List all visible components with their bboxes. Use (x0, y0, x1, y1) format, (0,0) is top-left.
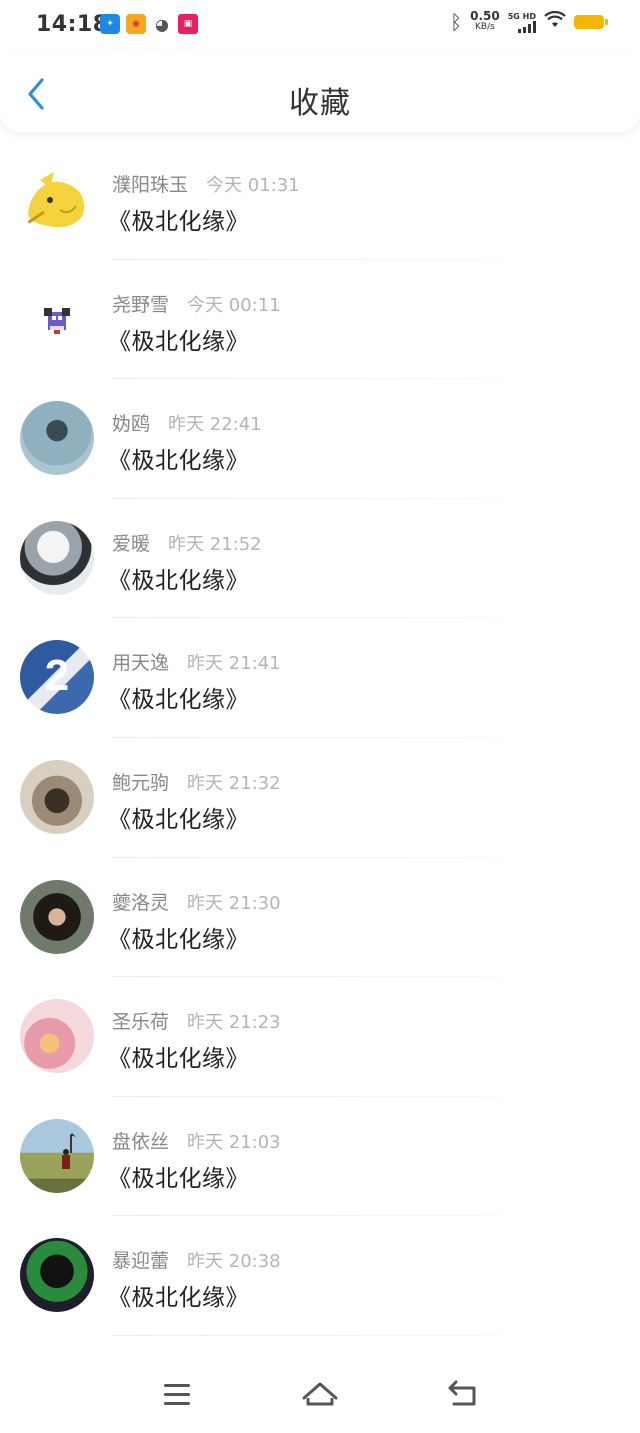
avatar[interactable] (20, 1238, 94, 1313)
avatar[interactable] (20, 162, 94, 236)
favorites-list: 濮阳珠玉 今天 01:31 《极北化缘》 尧野雪 今天 00:11 《极北化缘》 妫… (0, 140, 640, 1336)
battery-icon (574, 15, 608, 29)
wifi-icon (544, 10, 566, 34)
divider (112, 1334, 540, 1336)
book-title: 《极北化缘》 (108, 1046, 249, 1073)
back-nav-button[interactable] (444, 1378, 480, 1410)
timestamp: 今天 01:31 (206, 175, 300, 196)
timestamp: 昨天 21:52 (168, 533, 262, 555)
book-title: 《极北化缘》 (108, 328, 249, 355)
timestamp: 昨天 21:41 (187, 653, 281, 675)
avatar[interactable] (20, 879, 94, 954)
timestamp: 昨天 21:03 (187, 1131, 281, 1153)
signal-icon: 5G HD (508, 12, 536, 33)
user-name: 妫鸥 (112, 413, 151, 436)
app-notification-icon: ✦ (100, 14, 120, 34)
status-indicators: ᛒ 0.50 KB/s 5G HD (450, 9, 608, 34)
user-name: 爱暖 (112, 532, 151, 555)
user-name: 盘依丝 (112, 1130, 170, 1153)
page-title: 收藏 (289, 86, 351, 121)
avatar[interactable] (20, 1118, 94, 1193)
list-item[interactable]: 爱暖 昨天 21:52 《极北化缘》 (0, 499, 640, 619)
avatar[interactable]: 2 (20, 640, 94, 715)
user-name: 濮阳珠玉 (112, 174, 189, 196)
list-item[interactable]: 2 用天逸 昨天 21:41 《极北化缘》 (0, 618, 640, 738)
book-title: 《极北化缘》 (108, 687, 249, 714)
home-button[interactable] (300, 1378, 340, 1410)
list-item[interactable]: 夔洛灵 昨天 21:30 《极北化缘》 (0, 858, 640, 978)
user-name: 尧野雪 (112, 293, 170, 316)
list-item[interactable]: 妫鸥 昨天 22:41 《极北化缘》 (0, 379, 640, 499)
user-name: 鲍元驹 (112, 771, 170, 794)
menu-button[interactable] (160, 1380, 196, 1410)
header: 收藏 (0, 52, 640, 132)
notification-icons: ✦ ◉ ◕ ▣ (100, 14, 198, 34)
avatar[interactable] (20, 759, 94, 834)
book-title: 《极北化缘》 (108, 448, 249, 475)
book-title: 《极北化缘》 (108, 926, 249, 953)
timestamp: 昨天 21:23 (187, 1012, 281, 1034)
home-icon (302, 1382, 338, 1406)
bluetooth-icon: ᛒ (450, 10, 463, 34)
book-title: 《极北化缘》 (108, 1165, 249, 1192)
list-item[interactable]: 鲍元驹 昨天 21:32 《极北化缘》 (0, 738, 640, 858)
list-item[interactable]: 圣乐荷 昨天 21:23 《极北化缘》 (0, 977, 640, 1097)
avatar[interactable] (20, 401, 94, 476)
user-name: 用天逸 (112, 652, 170, 675)
avatar[interactable] (20, 520, 94, 595)
user-name: 暴迎蕾 (112, 1250, 170, 1273)
list-item[interactable]: 暴迎蕾 昨天 20:38 《极北化缘》 (0, 1216, 640, 1336)
timestamp: 昨天 21:32 (187, 772, 281, 794)
status-time: 14:18 (36, 12, 109, 37)
back-arrow-icon (448, 1380, 476, 1406)
avatar[interactable] (20, 282, 94, 356)
user-name: 夔洛灵 (112, 891, 170, 914)
svg-text:2: 2 (45, 651, 69, 700)
avatar[interactable] (20, 999, 94, 1074)
book-title: 《极北化缘》 (108, 806, 249, 833)
timestamp: 昨天 21:30 (187, 892, 281, 914)
book-title: 《极北化缘》 (108, 1285, 249, 1312)
weibo-icon: ◉ (126, 14, 146, 34)
list-item[interactable]: 盘依丝 昨天 21:03 《极北化缘》 (0, 1097, 640, 1217)
timestamp: 昨天 22:41 (168, 414, 262, 436)
timestamp: 昨天 20:38 (187, 1251, 281, 1273)
wechat-icon: ◕ (155, 14, 169, 34)
network-speed: 0.50 KB/s (470, 9, 500, 32)
timestamp: 今天 00:11 (187, 294, 281, 316)
menu-icon (164, 1384, 190, 1405)
app-notification-icon: ▣ (178, 14, 198, 34)
navigation-bar (0, 1350, 640, 1433)
book-title: 《极北化缘》 (108, 567, 249, 594)
book-title: 《极北化缘》 (108, 209, 249, 235)
list-item[interactable]: 濮阳珠玉 今天 01:31 《极北化缘》 (0, 140, 640, 260)
status-bar: 14:18 ✦ ◉ ◕ ▣ ᛒ 0.50 KB/s 5G HD (0, 0, 640, 52)
user-name: 圣乐荷 (112, 1011, 170, 1034)
list-item[interactable]: 尧野雪 今天 00:11 《极北化缘》 (0, 260, 640, 380)
